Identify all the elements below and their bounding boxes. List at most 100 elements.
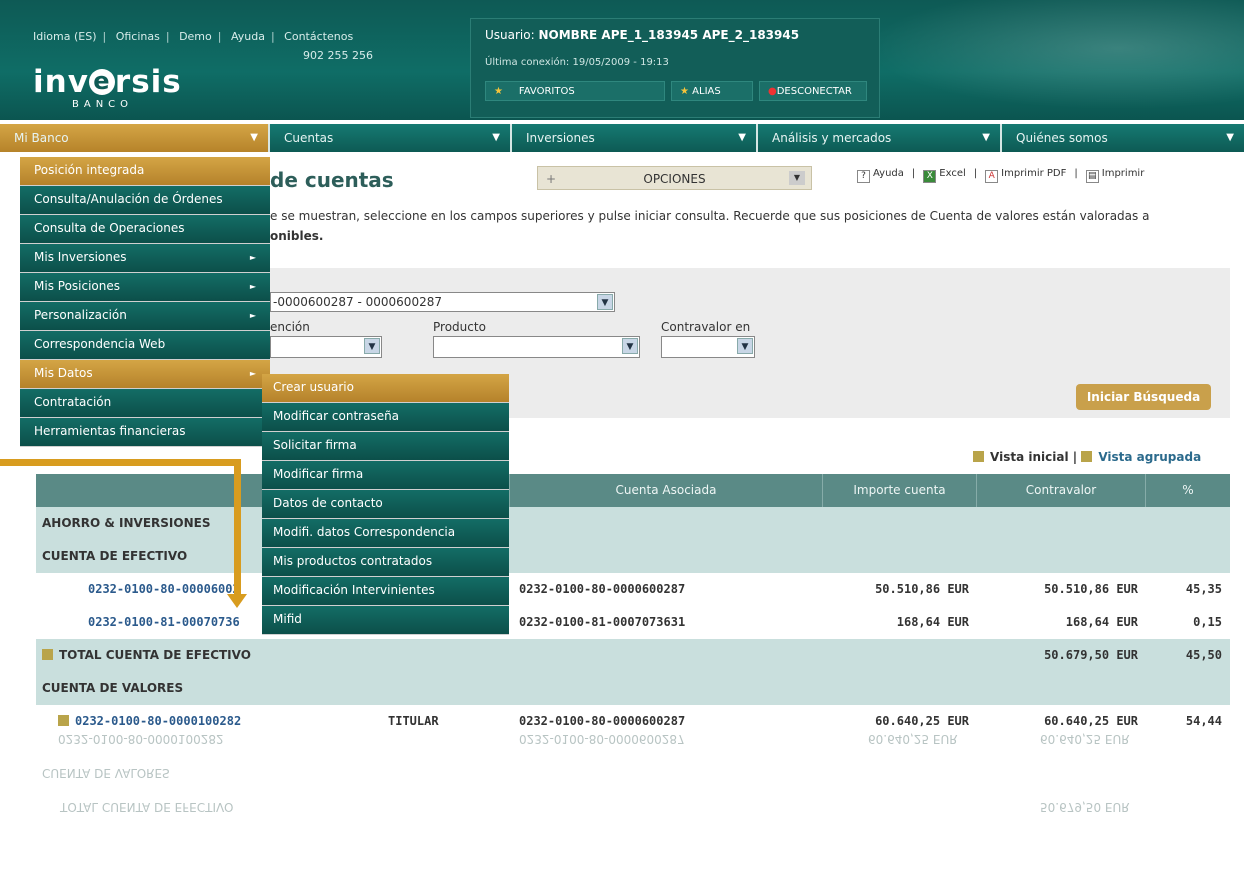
table-row[interactable]: 0232-0100-80-0000100282 TITULAR 0232-010… (36, 705, 1230, 738)
menu-label: Mifid (273, 612, 302, 626)
menu-item-mis-inversiones[interactable]: Mis Inversiones ► (20, 244, 270, 273)
logo-subtitle: BANCO (72, 99, 134, 110)
mi-banco-menu: Posición integrada Consulta/Anulación de… (20, 157, 270, 447)
producto-select[interactable]: ▼ (433, 336, 640, 358)
user-label: Usuario: (485, 28, 535, 42)
menu-label: Personalización (34, 308, 127, 322)
plus-icon: + (546, 172, 557, 186)
filter-label-intencion: ención (270, 320, 310, 334)
submenu-item-datos-contacto[interactable]: Datos de contacto (262, 490, 509, 519)
annotation-arrow-head (227, 594, 247, 608)
description-line-1: e se muestran, seleccione en los campos … (270, 209, 1150, 223)
menu-label: Herramientas financieras (34, 424, 186, 438)
contravalor-select[interactable]: ▼ (661, 336, 755, 358)
menu-item-mis-datos[interactable]: Mis Datos ► (20, 360, 270, 389)
tab-label: Cuentas (284, 131, 334, 145)
submenu-item-modificar-contrasena[interactable]: Modificar contraseña (262, 403, 509, 432)
excel-tool[interactable]: X Excel (923, 168, 966, 183)
chevron-right-icon: ► (249, 311, 256, 320)
collapse-icon[interactable] (42, 649, 53, 660)
account-select[interactable]: -0000600287 - 0000600287 ▼ (270, 292, 615, 312)
menu-item-mis-posiciones[interactable]: Mis Posiciones ► (20, 273, 270, 302)
toolbar: ? Ayuda | X Excel | A Imprimir PDF | ▤ Imprimir (857, 168, 1144, 183)
ayuda-label: Ayuda (873, 168, 904, 179)
pdf-tool[interactable]: A Imprimir PDF (985, 168, 1066, 183)
filter-label-producto: Producto (433, 320, 486, 334)
view-grouped-link[interactable]: Vista agrupada (1098, 450, 1201, 464)
desconectar-label: DESCONECTAR (776, 86, 852, 97)
intencion-select[interactable]: ▼ (270, 336, 382, 358)
table-row[interactable]: 0232-0100-80-00006002 0232-0100-80-00006… (36, 573, 1230, 606)
submenu-item-modificar-firma[interactable]: Modificar firma (262, 461, 509, 490)
menu-label: Solicitar firma (273, 438, 357, 452)
account-number[interactable]: 0232-0100-80-00006002 (88, 573, 240, 606)
amount: 50.510,86 EUR (875, 582, 969, 596)
user-line: Usuario: NOMBRE APE_1_183945 APE_2_18394… (485, 28, 799, 42)
section-row: CUENTA DE VALORES (36, 672, 1230, 705)
phone-number: 902 255 256 (303, 49, 373, 62)
user-name: NOMBRE APE_1_183945 APE_2_183945 (538, 28, 800, 42)
chevron-down-icon: ▼ (738, 132, 746, 143)
chevron-right-icon: ► (249, 253, 256, 262)
view-initial-link[interactable]: Vista inicial (990, 450, 1069, 464)
submenu-item-solicitar-firma[interactable]: Solicitar firma (262, 432, 509, 461)
total-counter: 50.679,50 EUR (1044, 648, 1138, 662)
logo[interactable]: inv e rsis (33, 64, 182, 100)
ayuda-tool[interactable]: ? Ayuda (857, 168, 904, 183)
submenu-item-datos-correspondencia[interactable]: Modifi. datos Correspondencia (262, 519, 509, 548)
opciones-dropdown[interactable]: + OPCIONES ▼ (537, 166, 812, 190)
chevron-down-icon: ▼ (492, 132, 500, 143)
tab-cuentas[interactable]: Cuentas ▼ (270, 124, 512, 152)
alias-button[interactable]: ★ ALIAS (671, 81, 753, 101)
menu-item-contratacion[interactable]: Contratación (20, 389, 270, 418)
submenu-item-mifid[interactable]: Mifid (262, 606, 509, 635)
top-links: Idioma (ES) | Oficinas | Demo | Ayuda | Cont… (33, 30, 354, 43)
link-oficinas[interactable]: Oficinas (116, 30, 160, 43)
chevron-down-icon: ▼ (622, 338, 638, 354)
percentage: 54,44 (1185, 714, 1222, 728)
menu-item-personalizacion[interactable]: Personalización ► (20, 302, 270, 331)
menu-item-correspondencia[interactable]: Correspondencia Web (20, 331, 270, 360)
menu-item-consulta-ordenes[interactable]: Consulta/Anulación de Órdenes (20, 186, 270, 215)
link-contactenos[interactable]: Contáctenos (284, 30, 353, 43)
chevron-down-icon: ▼ (1226, 132, 1234, 143)
submenu-item-productos-contratados[interactable]: Mis productos contratados (262, 548, 509, 577)
desconectar-button[interactable]: ●DESCONECTAR (759, 81, 867, 101)
table-header: Cuenta Asociada Importe cuenta Contraval… (36, 474, 1230, 507)
assoc-account: 0232-0100-81-0007073631 (519, 615, 686, 629)
menu-item-herramientas[interactable]: Herramientas financieras (20, 418, 270, 447)
tab-label: Mi Banco (14, 131, 69, 145)
view-icon (1081, 451, 1093, 462)
menu-item-consulta-operaciones[interactable]: Consulta de Operaciones (20, 215, 270, 244)
table-row[interactable]: 0232-0100-81-00070736 0232-0100-81-00070… (36, 606, 1230, 639)
role: TITULAR (388, 714, 439, 728)
menu-label: Consulta/Anulación de Órdenes (34, 192, 223, 206)
account-cell[interactable]: 0232-0100-80-0000100282 (58, 705, 241, 738)
menu-label: Contratación (34, 395, 112, 409)
link-idioma[interactable]: Idioma (ES) (33, 30, 96, 43)
power-icon: ● (768, 86, 777, 97)
annotation-arrow-line (0, 459, 241, 466)
search-button[interactable]: Iniciar Búsqueda (1076, 384, 1211, 410)
counter-value: 50.510,86 EUR (1044, 582, 1138, 596)
print-label: Imprimir (1101, 168, 1145, 179)
chevron-right-icon: ► (249, 369, 256, 378)
submenu-item-intervinientes[interactable]: Modificación Intervinientes (262, 577, 509, 606)
page-title: de cuentas (270, 168, 394, 192)
tab-quienes-somos[interactable]: Quiénes somos ▼ (1002, 124, 1244, 152)
tab-inversiones[interactable]: Inversiones ▼ (512, 124, 758, 152)
tab-analisis[interactable]: Análisis y mercados ▼ (758, 124, 1002, 152)
link-demo[interactable]: Demo (179, 30, 212, 43)
print-tool[interactable]: ▤ Imprimir (1085, 168, 1145, 183)
reflection-text: TOTAL CUENTA DE EFECTIVO (60, 800, 234, 814)
collapse-icon[interactable] (58, 715, 69, 726)
counter-value: 60.640,25 EUR (1044, 714, 1138, 728)
submenu-item-crear-usuario[interactable]: Crear usuario (262, 374, 509, 403)
chevron-down-icon: ▼ (737, 338, 753, 354)
account-number[interactable]: 0232-0100-81-00070736 (88, 606, 240, 639)
link-ayuda[interactable]: Ayuda (231, 30, 265, 43)
chevron-down-icon: ▼ (597, 294, 613, 310)
tab-mi-banco[interactable]: Mi Banco ▼ (0, 124, 270, 152)
menu-item-posicion[interactable]: Posición integrada (20, 157, 270, 186)
favoritos-button[interactable]: ★ FAVORITOS (485, 81, 665, 101)
